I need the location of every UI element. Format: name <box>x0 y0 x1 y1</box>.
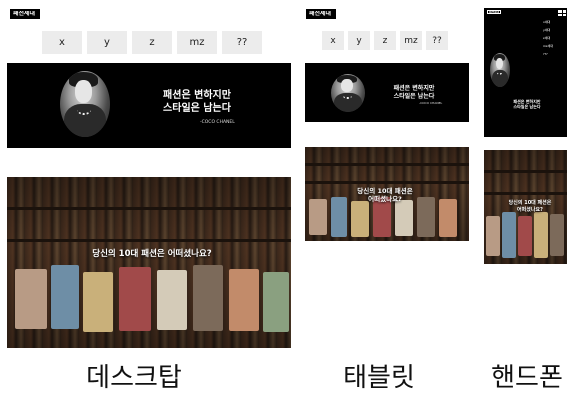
tablet-nav-y-button[interactable]: y <box>348 31 370 50</box>
tablet-coco-chanel-portrait <box>331 74 365 112</box>
tablet-hero-banner: 패션은 변하지만 스타일은 남는다 -COCO CHANEL <box>305 63 469 122</box>
tablet-caption: 태블릿 <box>343 363 415 393</box>
phone-coco-chanel-portrait <box>490 53 510 87</box>
desktop-logo-text: 패션세대 <box>13 10 36 17</box>
phone-magazine-question: 당신의 10대 패션은 어떠셨나요? <box>508 200 552 213</box>
tablet-magazine-image: 당신의 10대 패션은 어떠셨나요? <box>305 147 469 241</box>
tablet-magazine-question: 당신의 10대 패션은 어떠셨나요? <box>357 187 413 204</box>
tablet-logo-text: 패션세대 <box>309 10 332 17</box>
desktop-nav-unknown-button[interactable]: ?? <box>222 31 262 54</box>
desktop-hero-banner: 패션은 변하지만 스타일은 남는다 -COCO CHANEL <box>7 63 291 148</box>
tablet-hero-quote: 패션은 변하지만 스타일은 남는다 <box>393 85 435 100</box>
tablet-hero-credit: -COCO CHANEL <box>419 101 443 105</box>
tablet-nav-mz-button[interactable]: mz <box>400 31 422 50</box>
desktop-nav-y-button[interactable]: y <box>87 31 127 54</box>
phone-menu-panel: x세대 y세대 z세대 mz세대 ??? <box>540 18 566 62</box>
phone-logo-text: 패션세대 <box>489 11 500 15</box>
phone-menu-item-y[interactable]: y세대 <box>543 29 550 32</box>
desktop-coco-chanel-portrait <box>60 71 110 137</box>
phone-menu-item-unknown[interactable]: ??? <box>543 53 548 56</box>
desktop-hero-quote: 패션은 변하지만 스타일은 남는다 <box>163 90 231 114</box>
phone-menu-item-x[interactable]: x세대 <box>543 21 550 24</box>
phone-caption: 핸드폰 <box>491 363 563 393</box>
desktop-hero-credit: -COCO CHANEL <box>200 120 235 125</box>
tablet-nav-x-button[interactable]: x <box>322 31 344 50</box>
tablet-nav-unknown-button[interactable]: ?? <box>426 31 448 50</box>
desktop-nav-z-button[interactable]: z <box>132 31 172 54</box>
desktop-logo[interactable]: 패션세대 <box>10 9 40 19</box>
phone-menu-item-z[interactable]: z세대 <box>543 37 550 40</box>
desktop-nav-mz-button[interactable]: mz <box>177 31 217 54</box>
desktop-magazine-image: 당신의 10대 패션은 어떠셨나요? <box>7 177 291 348</box>
phone-menu-icon[interactable] <box>558 10 566 16</box>
phone-logo[interactable]: 패션세대 <box>487 10 501 14</box>
phone-menu-item-mz[interactable]: mz세대 <box>543 45 553 48</box>
desktop-nav-x-button[interactable]: x <box>42 31 82 54</box>
tablet-logo[interactable]: 패션세대 <box>306 9 336 19</box>
phone-hero-banner: 패션세대 x세대 y세대 z세대 mz세대 ??? 패션은 변하지만 스타일은 … <box>484 8 567 137</box>
phone-hero-quote: 패션은 변하지만 스타일은 남는다 <box>513 99 541 109</box>
phone-magazine-image: 당신의 10대 패션은 어떠셨나요? <box>484 150 567 264</box>
tablet-nav-z-button[interactable]: z <box>374 31 396 50</box>
desktop-magazine-question: 당신의 10대 패션은 어떠셨나요? <box>92 249 212 259</box>
desktop-caption: 데스크탑 <box>86 363 182 393</box>
